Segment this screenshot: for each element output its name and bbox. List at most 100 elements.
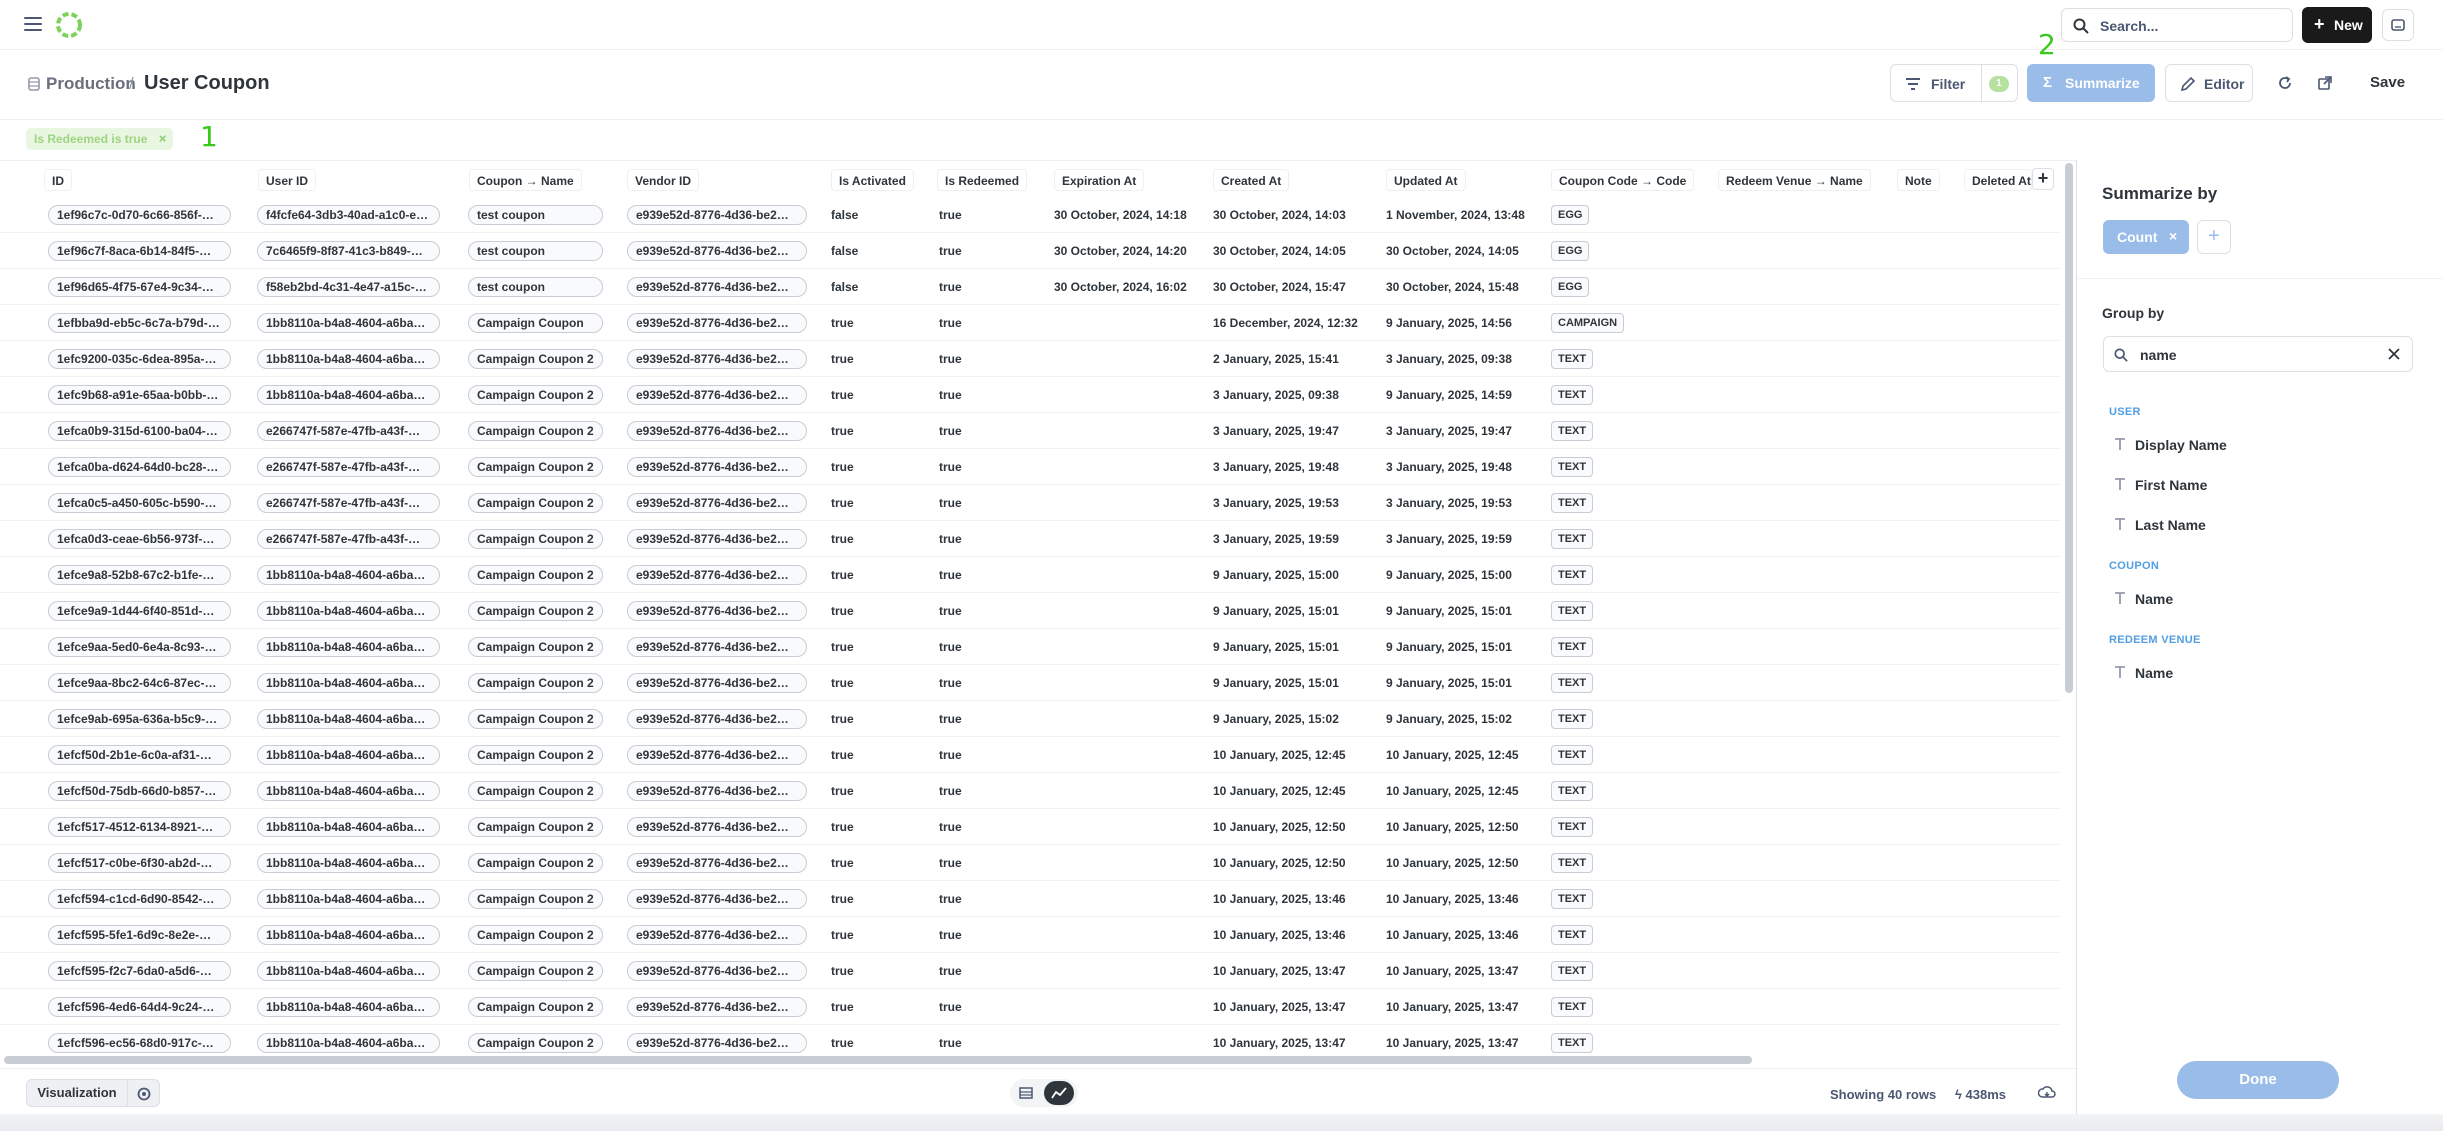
- table-cell-link[interactable]: 1ef96c7f-8aca-6b14-84f5-…: [48, 241, 231, 261]
- table-cell-link[interactable]: 1ef96d65-4f75-67e4-9c34-…: [48, 277, 231, 297]
- table-cell-code[interactable]: TEXT: [1551, 853, 1594, 873]
- table-cell-link[interactable]: 1efca0b9-315d-6100-ba04-…: [48, 421, 231, 441]
- table-cell-link[interactable]: e939e52d-8776-4d36-be2…: [627, 745, 807, 765]
- table-cell-link[interactable]: 1bb8110a-b4a8-4604-a6ba…: [257, 601, 440, 621]
- table-row[interactable]: 1efcf595-f2c7-6da0-a5d6-… 1bb8110a-b4a8-4…: [0, 953, 2060, 989]
- table-cell-code[interactable]: EGG: [1551, 241, 1590, 261]
- table-cell-link[interactable]: Campaign Coupon 2: [468, 925, 603, 945]
- table-cell-link[interactable]: Campaign Coupon: [468, 313, 603, 333]
- table-cell-link[interactable]: e939e52d-8776-4d36-be2…: [627, 925, 807, 945]
- table-cell-link[interactable]: test coupon: [468, 205, 603, 225]
- table-cell-link[interactable]: 1bb8110a-b4a8-4604-a6ba…: [257, 673, 440, 693]
- table-cell-link[interactable]: Campaign Coupon 2: [468, 421, 603, 441]
- table-cell-code[interactable]: TEXT: [1551, 601, 1594, 621]
- column-header[interactable]: Deleted At: [1964, 169, 2032, 191]
- table-cell-code[interactable]: TEXT: [1551, 637, 1594, 657]
- page-title[interactable]: User Coupon: [144, 72, 270, 95]
- close-icon[interactable]: ×: [2169, 228, 2177, 244]
- table-cell-link[interactable]: 1efca0ba-d624-64d0-bc28-…: [48, 457, 231, 477]
- table-cell-code[interactable]: TEXT: [1551, 925, 1594, 945]
- column-header[interactable]: Note: [1897, 169, 1940, 191]
- table-cell-link[interactable]: 1efce9a9-1d44-6f40-851d-…: [48, 601, 231, 621]
- table-cell-link[interactable]: e939e52d-8776-4d36-be2…: [627, 349, 807, 369]
- table-cell-code[interactable]: TEXT: [1551, 457, 1594, 477]
- table-cell-link[interactable]: 1efcf596-ec56-68d0-917c-…: [48, 1033, 231, 1053]
- add-metric-button[interactable]: +: [2197, 220, 2231, 254]
- table-cell-link[interactable]: e266747f-587e-47fb-a43f-…: [257, 493, 440, 513]
- table-cell-link[interactable]: f58eb2bd-4c31-4e47-a15c-…: [257, 277, 440, 297]
- table-cell-code[interactable]: CAMPAIGN: [1551, 313, 1625, 333]
- table-cell-link[interactable]: e939e52d-8776-4d36-be2…: [627, 961, 807, 981]
- column-header[interactable]: Vendor ID: [627, 169, 700, 191]
- table-cell-link[interactable]: 1bb8110a-b4a8-4604-a6ba…: [257, 889, 440, 909]
- table-cell-link[interactable]: 1efca0c5-a450-605c-b590-…: [48, 493, 231, 513]
- table-cell-link[interactable]: 1bb8110a-b4a8-4604-a6ba…: [257, 313, 440, 333]
- table-cell-code[interactable]: TEXT: [1551, 961, 1594, 981]
- table-row[interactable]: 1ef96c7c-0d70-6c66-856f-… f4fcfe64-3db3-4…: [0, 197, 2060, 233]
- table-row[interactable]: 1ef96d65-4f75-67e4-9c34-… f58eb2bd-4c31-4…: [0, 269, 2060, 305]
- table-cell-code[interactable]: TEXT: [1551, 565, 1594, 585]
- table-cell-link[interactable]: Campaign Coupon 2: [468, 457, 603, 477]
- editor-button[interactable]: Editor: [2165, 64, 2253, 102]
- table-row[interactable]: 1efcf596-ec56-68d0-917c-… 1bb8110a-b4a8-4…: [0, 1025, 2060, 1055]
- table-cell-link[interactable]: 1efc9200-035c-6dea-895a-…: [48, 349, 231, 369]
- table-cell-link[interactable]: Campaign Coupon 2: [468, 961, 603, 981]
- refresh-icon[interactable]: [2277, 75, 2293, 91]
- table-cell-link[interactable]: 1ef96c7c-0d70-6c66-856f-…: [48, 205, 231, 225]
- table-row[interactable]: 1efbba9d-eb5c-6c7a-b79d-… 1bb8110a-b4a8-4…: [0, 305, 2060, 341]
- save-button[interactable]: Save: [2370, 74, 2405, 91]
- table-cell-code[interactable]: TEXT: [1551, 529, 1594, 549]
- table-cell-link[interactable]: 1efca0d3-ceae-6b56-973f-…: [48, 529, 231, 549]
- logo-icon[interactable]: [54, 10, 84, 40]
- table-row[interactable]: 1efce9aa-5ed0-6e4a-8c93-… 1bb8110a-b4a8-4…: [0, 629, 2060, 665]
- table-cell-link[interactable]: Campaign Coupon 2: [468, 1033, 603, 1053]
- table-row[interactable]: 1efca0b9-315d-6100-ba04-… e266747f-587e-4…: [0, 413, 2060, 449]
- table-cell-link[interactable]: e939e52d-8776-4d36-be2…: [627, 313, 807, 333]
- table-cell-link[interactable]: test coupon: [468, 277, 603, 297]
- table-row[interactable]: 1efcf596-4ed6-64d4-9c24-… 1bb8110a-b4a8-4…: [0, 989, 2060, 1025]
- column-header[interactable]: ID: [44, 169, 72, 191]
- filter-button[interactable]: Filter: [1890, 64, 1982, 102]
- visualization-button[interactable]: Visualization: [26, 1079, 128, 1107]
- table-cell-link[interactable]: Campaign Coupon 2: [468, 385, 603, 405]
- table-cell-link[interactable]: 1bb8110a-b4a8-4604-a6ba…: [257, 925, 440, 945]
- table-cell-link[interactable]: e939e52d-8776-4d36-be2…: [627, 1033, 807, 1053]
- add-column-button[interactable]: +: [2032, 168, 2054, 190]
- table-cell-link[interactable]: Campaign Coupon 2: [468, 493, 603, 513]
- table-cell-link[interactable]: 1bb8110a-b4a8-4604-a6ba…: [257, 1033, 440, 1053]
- table-cell-link[interactable]: 1efce9aa-5ed0-6e4a-8c93-…: [48, 637, 231, 657]
- table-cell-code[interactable]: TEXT: [1551, 997, 1594, 1017]
- done-button[interactable]: Done: [2177, 1061, 2339, 1099]
- table-cell-link[interactable]: 1efce9ab-695a-636a-b5c9-…: [48, 709, 231, 729]
- menu-icon[interactable]: [24, 17, 42, 31]
- table-cell-link[interactable]: e939e52d-8776-4d36-be2…: [627, 205, 807, 225]
- table-cell-code[interactable]: EGG: [1551, 205, 1590, 225]
- table-icon[interactable]: [1018, 1085, 1034, 1101]
- summarize-button[interactable]: Σ Summarize: [2027, 64, 2155, 102]
- table-cell-link[interactable]: 1bb8110a-b4a8-4604-a6ba…: [257, 385, 440, 405]
- table-cell-link[interactable]: Campaign Coupon 2: [468, 781, 603, 801]
- docs-button[interactable]: [2382, 9, 2414, 41]
- table-cell-link[interactable]: e939e52d-8776-4d36-be2…: [627, 565, 807, 585]
- column-header[interactable]: Redeem Venue → Name: [1718, 169, 1871, 191]
- filter-pill-is-redeemed[interactable]: Is Redeemed is true ×: [26, 128, 174, 150]
- visualization-settings-button[interactable]: [128, 1079, 160, 1107]
- column-header[interactable]: Is Activated: [831, 169, 914, 191]
- table-cell-link[interactable]: Campaign Coupon 2: [468, 529, 603, 549]
- table-cell-link[interactable]: Campaign Coupon 2: [468, 709, 603, 729]
- table-cell-link[interactable]: Campaign Coupon 2: [468, 889, 603, 909]
- table-row[interactable]: 1ef96c7f-8aca-6b14-84f5-… 7c6465f9-8f87-4…: [0, 233, 2060, 269]
- table-row[interactable]: 1efcf517-4512-6134-8921-… 1bb8110a-b4a8-4…: [0, 809, 2060, 845]
- table-cell-code[interactable]: TEXT: [1551, 817, 1594, 837]
- table-cell-link[interactable]: 1bb8110a-b4a8-4604-a6ba…: [257, 565, 440, 585]
- table-cell-link[interactable]: e939e52d-8776-4d36-be2…: [627, 241, 807, 261]
- table-cell-link[interactable]: 1bb8110a-b4a8-4604-a6ba…: [257, 349, 440, 369]
- table-cell-code[interactable]: TEXT: [1551, 709, 1594, 729]
- table-row[interactable]: 1efca0c5-a450-605c-b590-… e266747f-587e-4…: [0, 485, 2060, 521]
- table-row[interactable]: 1efcf50d-2b1e-6c0a-af31-… 1bb8110a-b4a8-4…: [0, 737, 2060, 773]
- table-cell-link[interactable]: e939e52d-8776-4d36-be2…: [627, 529, 807, 549]
- table-cell-link[interactable]: 1efcf50d-75db-66d0-b857-…: [48, 781, 231, 801]
- table-cell-link[interactable]: 1bb8110a-b4a8-4604-a6ba…: [257, 745, 440, 765]
- table-cell-link[interactable]: e939e52d-8776-4d36-be2…: [627, 997, 807, 1017]
- new-button[interactable]: + New: [2302, 7, 2372, 43]
